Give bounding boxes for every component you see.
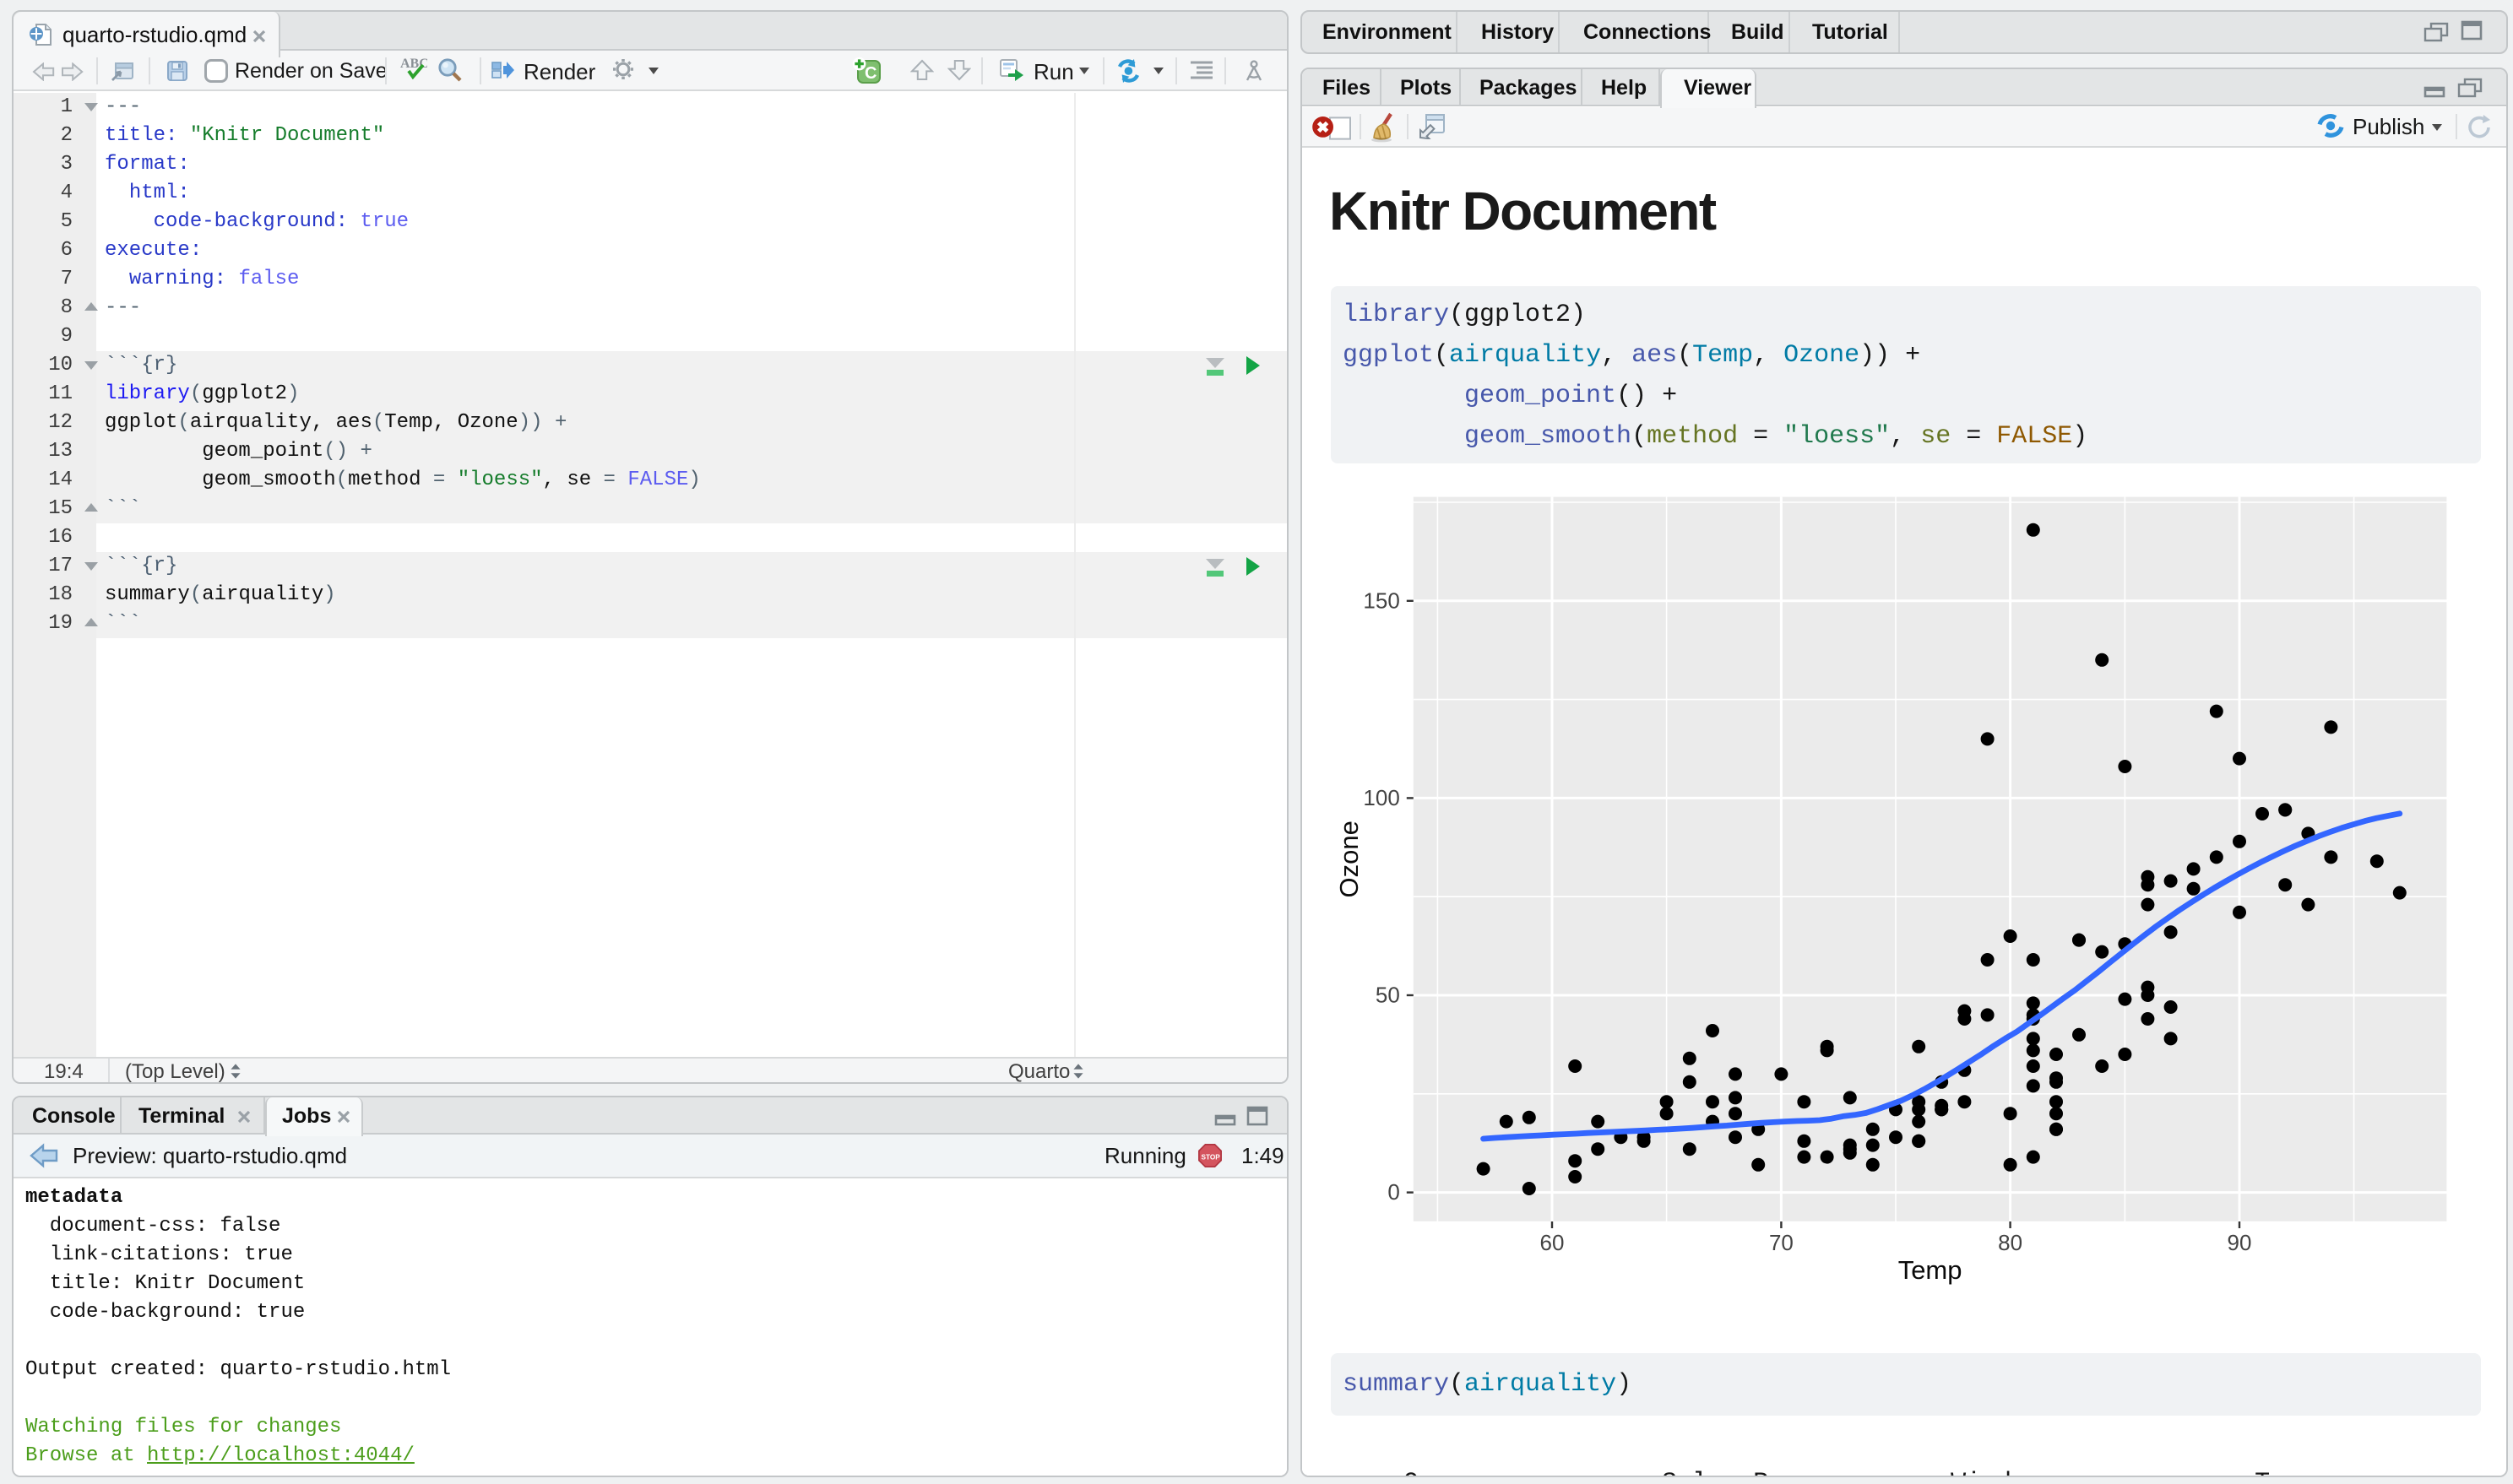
svg-text:70: 70 — [1769, 1230, 1794, 1255]
svg-text:Ozone: Ozone — [1334, 821, 1364, 897]
svg-text:Temp: Temp — [1898, 1255, 1962, 1285]
svg-text:50: 50 — [1376, 983, 1400, 1008]
svg-text:90: 90 — [2228, 1230, 2252, 1255]
svg-text:ABC: ABC — [400, 57, 427, 71]
svg-text:150: 150 — [1363, 588, 1399, 613]
svg-text:STOP: STOP — [1202, 1154, 1221, 1162]
svg-text:0: 0 — [1387, 1179, 1399, 1205]
svg-text:C: C — [865, 64, 877, 83]
svg-text:100: 100 — [1363, 785, 1399, 810]
svg-text:60: 60 — [1540, 1230, 1565, 1255]
svg-text:80: 80 — [1998, 1230, 2022, 1255]
